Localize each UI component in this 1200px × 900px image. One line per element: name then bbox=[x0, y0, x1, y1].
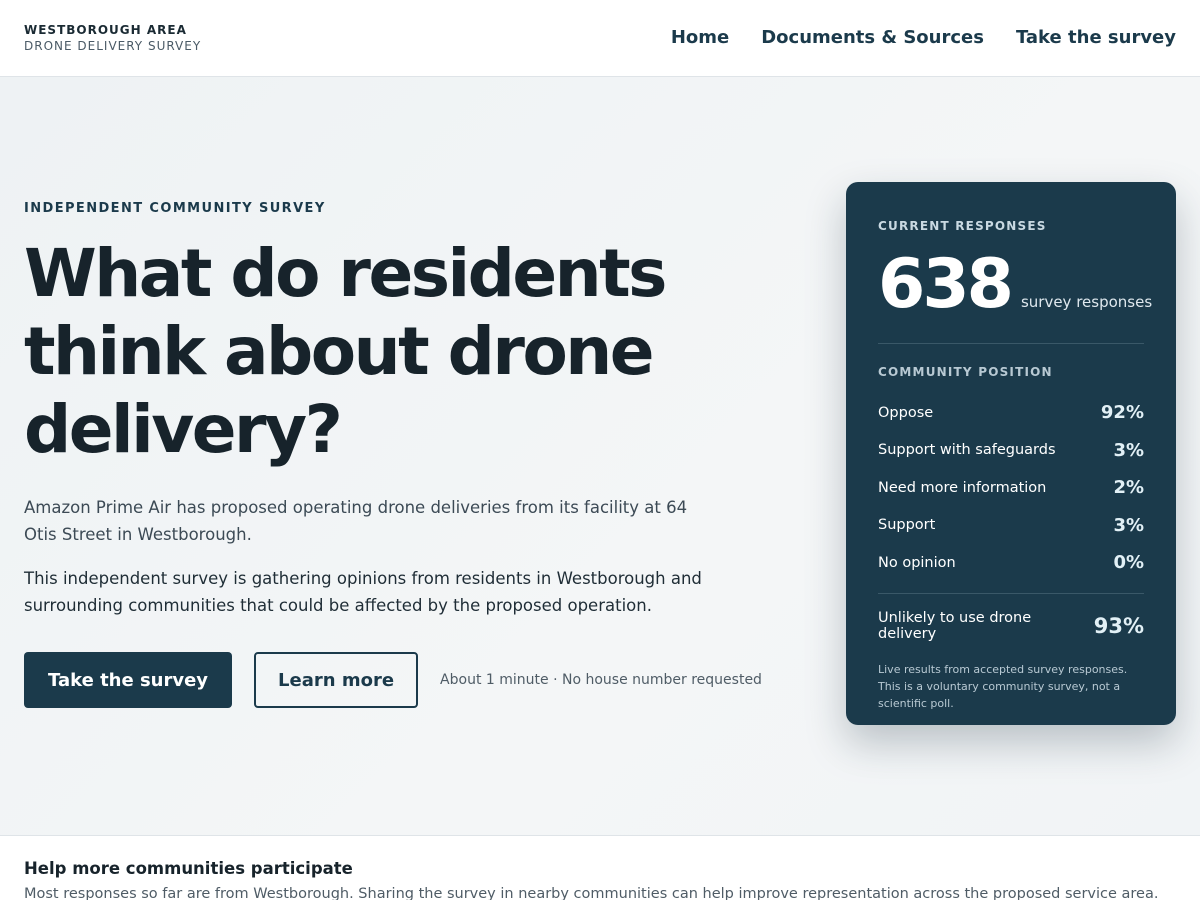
position-value: 3% bbox=[1113, 514, 1144, 536]
nav-take-survey[interactable]: Take the survey bbox=[1016, 26, 1176, 50]
survey-note: About 1 minute · No house number request… bbox=[440, 672, 762, 688]
position-value: 92% bbox=[1100, 402, 1144, 424]
brand-subtitle: DRONE DELIVERY SURVEY bbox=[24, 39, 202, 53]
usage-summary-value: 93% bbox=[1093, 614, 1144, 638]
position-row-support: Support 3% bbox=[878, 507, 1144, 545]
results-card: CURRENT RESPONSES 638 survey responses C… bbox=[846, 182, 1176, 725]
position-row-oppose: Oppose 92% bbox=[878, 394, 1144, 432]
position-label: No opinion bbox=[878, 554, 956, 571]
hero-headline: What do residents think about drone deli… bbox=[24, 235, 667, 468]
site-brand[interactable]: WESTBOROUGH AREA DRONE DELIVERY SURVEY bbox=[24, 22, 201, 54]
brand-name: WESTBOROUGH AREA bbox=[24, 23, 187, 37]
hero-description: This independent survey is gathering opi… bbox=[24, 569, 702, 615]
take-survey-button[interactable]: Take the survey bbox=[24, 652, 233, 708]
card-divider bbox=[878, 593, 1144, 594]
position-label: Need more information bbox=[878, 479, 1047, 496]
usage-summary-row: Unlikely to use drone delivery 93% bbox=[878, 610, 1144, 642]
cta-row: Take the survey Learn more About 1 minut… bbox=[24, 652, 762, 708]
results-footnote: Live results from accepted survey respon… bbox=[878, 663, 1128, 710]
hero-eyebrow: INDEPENDENT COMMUNITY SURVEY bbox=[24, 201, 326, 216]
position-label: Support bbox=[878, 517, 936, 534]
position-value: 3% bbox=[1113, 439, 1144, 461]
site-header: WESTBOROUGH AREA DRONE DELIVERY SURVEY H… bbox=[0, 0, 1200, 77]
response-count-row: 638 survey responses bbox=[878, 250, 1152, 320]
current-responses-label: CURRENT RESPONSES bbox=[878, 219, 1047, 233]
position-list: Oppose 92% Support with safeguards 3% Ne… bbox=[878, 394, 1144, 582]
participation-section: Help more communities participate Most r… bbox=[0, 835, 1200, 900]
card-divider bbox=[878, 343, 1144, 344]
response-count: 638 bbox=[878, 245, 1014, 324]
nav-home[interactable]: Home bbox=[671, 26, 729, 50]
usage-summary-label: Unlikely to use drone delivery bbox=[878, 610, 1032, 642]
community-position-label: COMMUNITY POSITION bbox=[878, 365, 1053, 379]
main-nav: Home Documents & Sources Take the survey bbox=[671, 26, 1176, 50]
position-row-need-info: Need more information 2% bbox=[878, 469, 1144, 507]
learn-more-button[interactable]: Learn more bbox=[254, 652, 419, 708]
position-value: 2% bbox=[1113, 477, 1144, 499]
hero-section: INDEPENDENT COMMUNITY SURVEY What do res… bbox=[0, 77, 1200, 835]
hero-lede: Amazon Prime Air has proposed operating … bbox=[24, 498, 688, 544]
position-label: Oppose bbox=[878, 404, 934, 421]
response-count-unit: survey responses bbox=[1020, 293, 1153, 311]
position-label: Support with safeguards bbox=[878, 442, 1056, 459]
position-row-no-opinion: No opinion 0% bbox=[878, 544, 1144, 582]
nav-documents-sources[interactable]: Documents & Sources bbox=[761, 26, 984, 50]
participation-text: Most responses so far are from Westborou… bbox=[24, 886, 1159, 900]
participation-title: Help more communities participate bbox=[24, 859, 353, 878]
position-row-support-safeguards: Support with safeguards 3% bbox=[878, 432, 1144, 470]
position-value: 0% bbox=[1113, 552, 1144, 574]
